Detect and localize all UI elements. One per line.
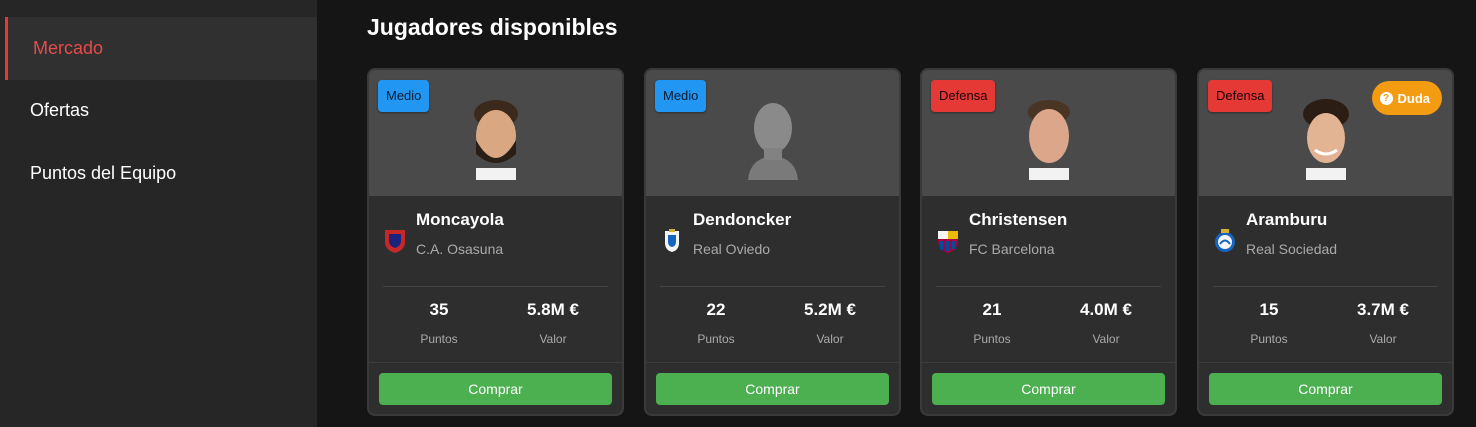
sidebar-item-label: Ofertas [30, 100, 90, 120]
player-name: Aramburu [1246, 210, 1328, 229]
points-label: Puntos [1250, 332, 1288, 346]
sidebar-item-mercado[interactable]: Mercado [5, 17, 317, 80]
market-value: 5.2M € [804, 300, 856, 319]
points-value: 21 [982, 300, 1002, 319]
player-photo-area: Medio [369, 70, 622, 196]
market-value: 4.0M € [1080, 300, 1132, 319]
buy-button[interactable]: Comprar [656, 373, 889, 405]
sidebar-item-ofertas[interactable]: Ofertas [5, 79, 317, 142]
player-card: Defensa ? Duda Aramburu Real Sociedad 15… [1197, 68, 1454, 416]
sidebar: Mercado Ofertas Puntos del Equipo [0, 0, 317, 427]
divider [646, 362, 899, 363]
buy-button[interactable]: Comprar [932, 373, 1165, 405]
barcelona-crest-icon [938, 231, 958, 253]
player-photo [1027, 100, 1070, 180]
position-badge: Defensa [931, 80, 996, 112]
value-label: Valor [539, 332, 567, 346]
sidebar-item-puntos-del-equipo[interactable]: Puntos del Equipo [5, 142, 317, 205]
player-photo [473, 100, 518, 180]
question-icon: ? [1379, 91, 1393, 105]
market-value: 3.7M € [1357, 300, 1409, 319]
buy-button[interactable]: Comprar [379, 373, 612, 405]
position-badge: Medio [378, 80, 430, 112]
points-value: 22 [706, 300, 726, 319]
points-label: Puntos [973, 332, 1011, 346]
value-label: Valor [1092, 332, 1120, 346]
position-badge: Defensa [1208, 80, 1273, 112]
points-value: 35 [429, 300, 449, 319]
player-photo-area: Defensa [922, 70, 1175, 196]
player-photo-area: Medio [646, 70, 899, 196]
points-label: Puntos [697, 332, 735, 346]
points-value: 15 [1259, 300, 1279, 319]
club-name: Real Sociedad [1246, 241, 1338, 257]
points-label: Puntos [420, 332, 458, 346]
buy-button[interactable]: Comprar [1209, 373, 1442, 405]
sidebar-item-label: Mercado [33, 38, 104, 58]
sidebar-item-label: Puntos del Equipo [30, 163, 177, 183]
oviedo-crest-icon [665, 229, 679, 252]
divider [660, 286, 885, 287]
real-sociedad-crest-icon [1215, 229, 1235, 252]
market-value: 5.8M € [527, 300, 579, 319]
player-silhouette [747, 103, 798, 180]
player-card: Medio Moncayola C.A. Osasuna 35 Puntos 5… [367, 68, 624, 416]
divider [383, 286, 608, 287]
player-name: Christensen [969, 210, 1068, 229]
divider [936, 286, 1161, 287]
player-photo-area: Defensa ? Duda [1199, 70, 1452, 196]
position-badge: Medio [655, 80, 707, 112]
club-name: C.A. Osasuna [416, 241, 504, 257]
value-label: Valor [1369, 332, 1397, 346]
divider [1213, 286, 1438, 287]
player-name: Dendoncker [693, 210, 792, 229]
osasuna-crest-icon [385, 230, 405, 253]
player-card: Defensa Christensen FC Barcelona 21 Punt… [920, 68, 1177, 416]
status-label: Duda [1397, 90, 1431, 106]
divider [369, 362, 622, 363]
player-name: Moncayola [416, 210, 504, 229]
player-card: Medio Dendoncker Real Oviedo 22 Puntos 5… [644, 68, 901, 416]
player-photo [1302, 99, 1349, 180]
status-badge: ? Duda [1371, 81, 1442, 115]
divider [922, 362, 1175, 363]
divider [1199, 362, 1452, 363]
club-name: Real Oviedo [693, 241, 771, 257]
value-label: Valor [816, 332, 844, 346]
page-title: Jugadores disponibles [367, 14, 618, 40]
club-name: FC Barcelona [969, 241, 1055, 257]
